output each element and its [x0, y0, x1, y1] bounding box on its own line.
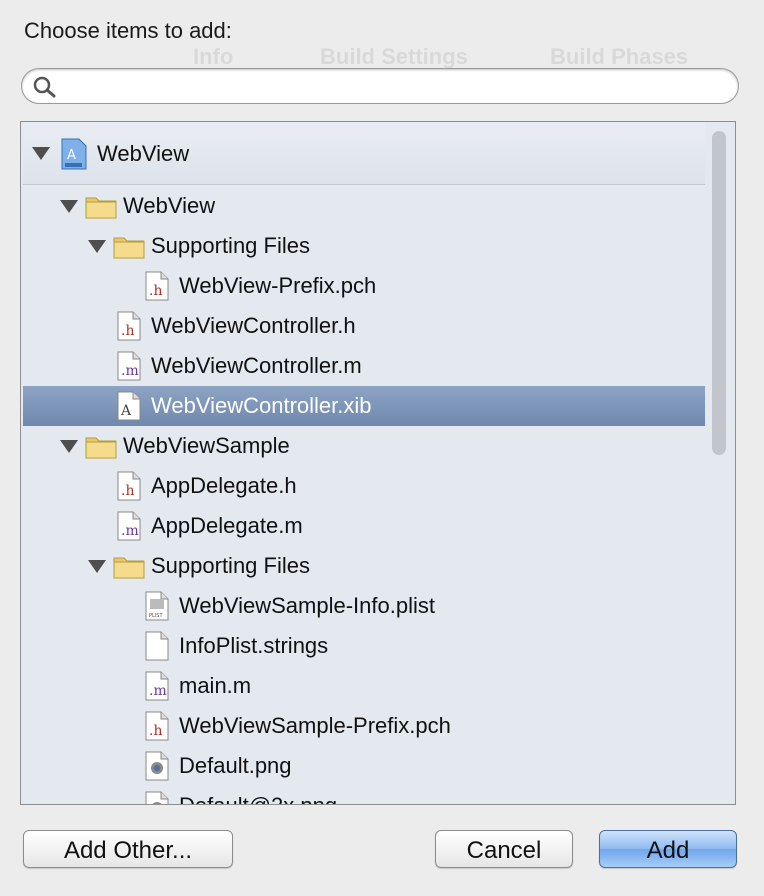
- header-file-icon: .h: [145, 711, 169, 746]
- svg-text:.h: .h: [149, 283, 162, 299]
- tree-row-label: AppDelegate.m: [151, 513, 303, 538]
- background-tab-build-settings: Build Settings: [320, 44, 468, 69]
- folder-icon: [85, 193, 117, 224]
- tree-row-webview[interactable]: A WebView: [23, 123, 705, 185]
- tree-row-webviewcontroller-m[interactable]: .m WebViewController.m: [23, 346, 705, 386]
- file-tree[interactable]: Default@2x.png Default.png .h WebViewSample…: [20, 121, 736, 805]
- image-file-icon: [145, 791, 169, 804]
- tree-row-appdelegate-h[interactable]: .h AppDelegate.h: [23, 466, 705, 506]
- svg-text:A: A: [120, 403, 132, 419]
- header-file-icon: .h: [145, 271, 169, 306]
- folder-icon: [85, 433, 117, 464]
- tree-row-supporting-files[interactable]: Supporting Files: [23, 226, 705, 266]
- svg-text:A: A: [67, 148, 76, 163]
- disclosure-triangle-icon[interactable]: [88, 239, 106, 253]
- strings-file-icon: [145, 631, 169, 666]
- folder-icon: [113, 233, 145, 264]
- disclosure-triangle-icon[interactable]: [60, 199, 78, 213]
- tree-row-webviewcontroller-xib[interactable]: A WebViewController.xib: [23, 386, 705, 426]
- folder-icon: [113, 553, 145, 584]
- scrollbar-thumb[interactable]: [712, 131, 726, 455]
- tree-row-label: Supporting Files: [151, 233, 310, 258]
- tree-row-label: main.m: [179, 673, 252, 698]
- tree-row-webviewsample[interactable]: WebViewSample: [23, 426, 705, 466]
- tree-row-label: Default.png: [179, 753, 292, 778]
- tree-row-webviewsample-prefix-pch[interactable]: .h WebViewSample-Prefix.pch: [23, 706, 705, 746]
- tree-row-default-png[interactable]: Default.png: [23, 746, 705, 786]
- add-button[interactable]: Add: [599, 830, 737, 868]
- svg-text:.m: .m: [121, 363, 139, 379]
- disclosure-triangle-icon[interactable]: [60, 439, 78, 453]
- svg-text:.h: .h: [121, 483, 134, 499]
- dialog-prompt: Choose items to add:: [24, 18, 232, 43]
- tree-row-label: InfoPlist.strings: [179, 633, 329, 658]
- svg-text:.m: .m: [121, 523, 139, 539]
- svg-text:.h: .h: [149, 723, 162, 739]
- tree-row-label: Supporting Files: [151, 553, 310, 578]
- svg-text:.m: .m: [149, 683, 167, 699]
- tree-row-infoplist-strings[interactable]: InfoPlist.strings: [23, 626, 705, 666]
- tree-row-label: WebViewController.m: [151, 353, 362, 378]
- tree-row-label: WebViewController.h: [151, 313, 356, 338]
- background-tab-info: Info: [193, 44, 234, 69]
- tree-row-webviewsample-info-plist[interactable]: PLIST WebViewSample-Info.plist: [23, 586, 705, 626]
- search-icon: [33, 76, 56, 98]
- svg-text:.h: .h: [121, 323, 134, 339]
- search-field[interactable]: [21, 68, 739, 104]
- tree-row-main-m[interactable]: .m main.m: [23, 666, 705, 706]
- header-file-icon: .h: [117, 471, 141, 506]
- tree-row-label: WebViewSample-Prefix.pch: [179, 713, 451, 738]
- tree-row-webviewcontroller-h[interactable]: .h WebViewController.h: [23, 306, 705, 346]
- xib-file-icon: A: [117, 391, 141, 426]
- add-other-button[interactable]: Add Other...: [23, 830, 233, 868]
- tree-row-appdelegate-m[interactable]: .m AppDelegate.m: [23, 506, 705, 546]
- tree-row-label: Default@2x.png: [179, 793, 337, 804]
- vertical-scrollbar[interactable]: [707, 123, 731, 803]
- tree-row-label: WebViewSample: [123, 433, 290, 458]
- plist-file-icon: PLIST: [145, 591, 169, 626]
- tree-row-webview[interactable]: WebView: [23, 186, 705, 226]
- disclosure-triangle-icon[interactable]: [32, 147, 50, 160]
- tree-row-label: WebView: [123, 193, 216, 218]
- tree-row-webview-prefix-pch[interactable]: .h WebView-Prefix.pch: [23, 266, 705, 306]
- tree-row-label: WebView-Prefix.pch: [179, 273, 377, 298]
- implementation-file-icon: .m: [145, 671, 169, 706]
- background-tab-build-phases: Build Phases: [550, 44, 689, 69]
- tree-row-label: WebView: [97, 140, 190, 166]
- tree-row-default-2x-png[interactable]: Default@2x.png: [23, 786, 705, 804]
- project-icon: A: [61, 138, 87, 175]
- implementation-file-icon: .m: [117, 511, 141, 546]
- header-file-icon: .h: [117, 311, 141, 346]
- svg-text:PLIST: PLIST: [149, 613, 163, 619]
- search-input[interactable]: [64, 71, 728, 101]
- disclosure-triangle-icon[interactable]: [88, 559, 106, 573]
- image-file-icon: [145, 751, 169, 786]
- implementation-file-icon: .m: [117, 351, 141, 386]
- tree-row-label: WebViewController.xib: [151, 393, 372, 418]
- tree-row-supporting-files[interactable]: Supporting Files: [23, 546, 705, 586]
- tree-row-label: AppDelegate.h: [151, 473, 297, 498]
- tree-row-label: WebViewSample-Info.plist: [179, 593, 435, 618]
- cancel-button[interactable]: Cancel: [435, 830, 573, 868]
